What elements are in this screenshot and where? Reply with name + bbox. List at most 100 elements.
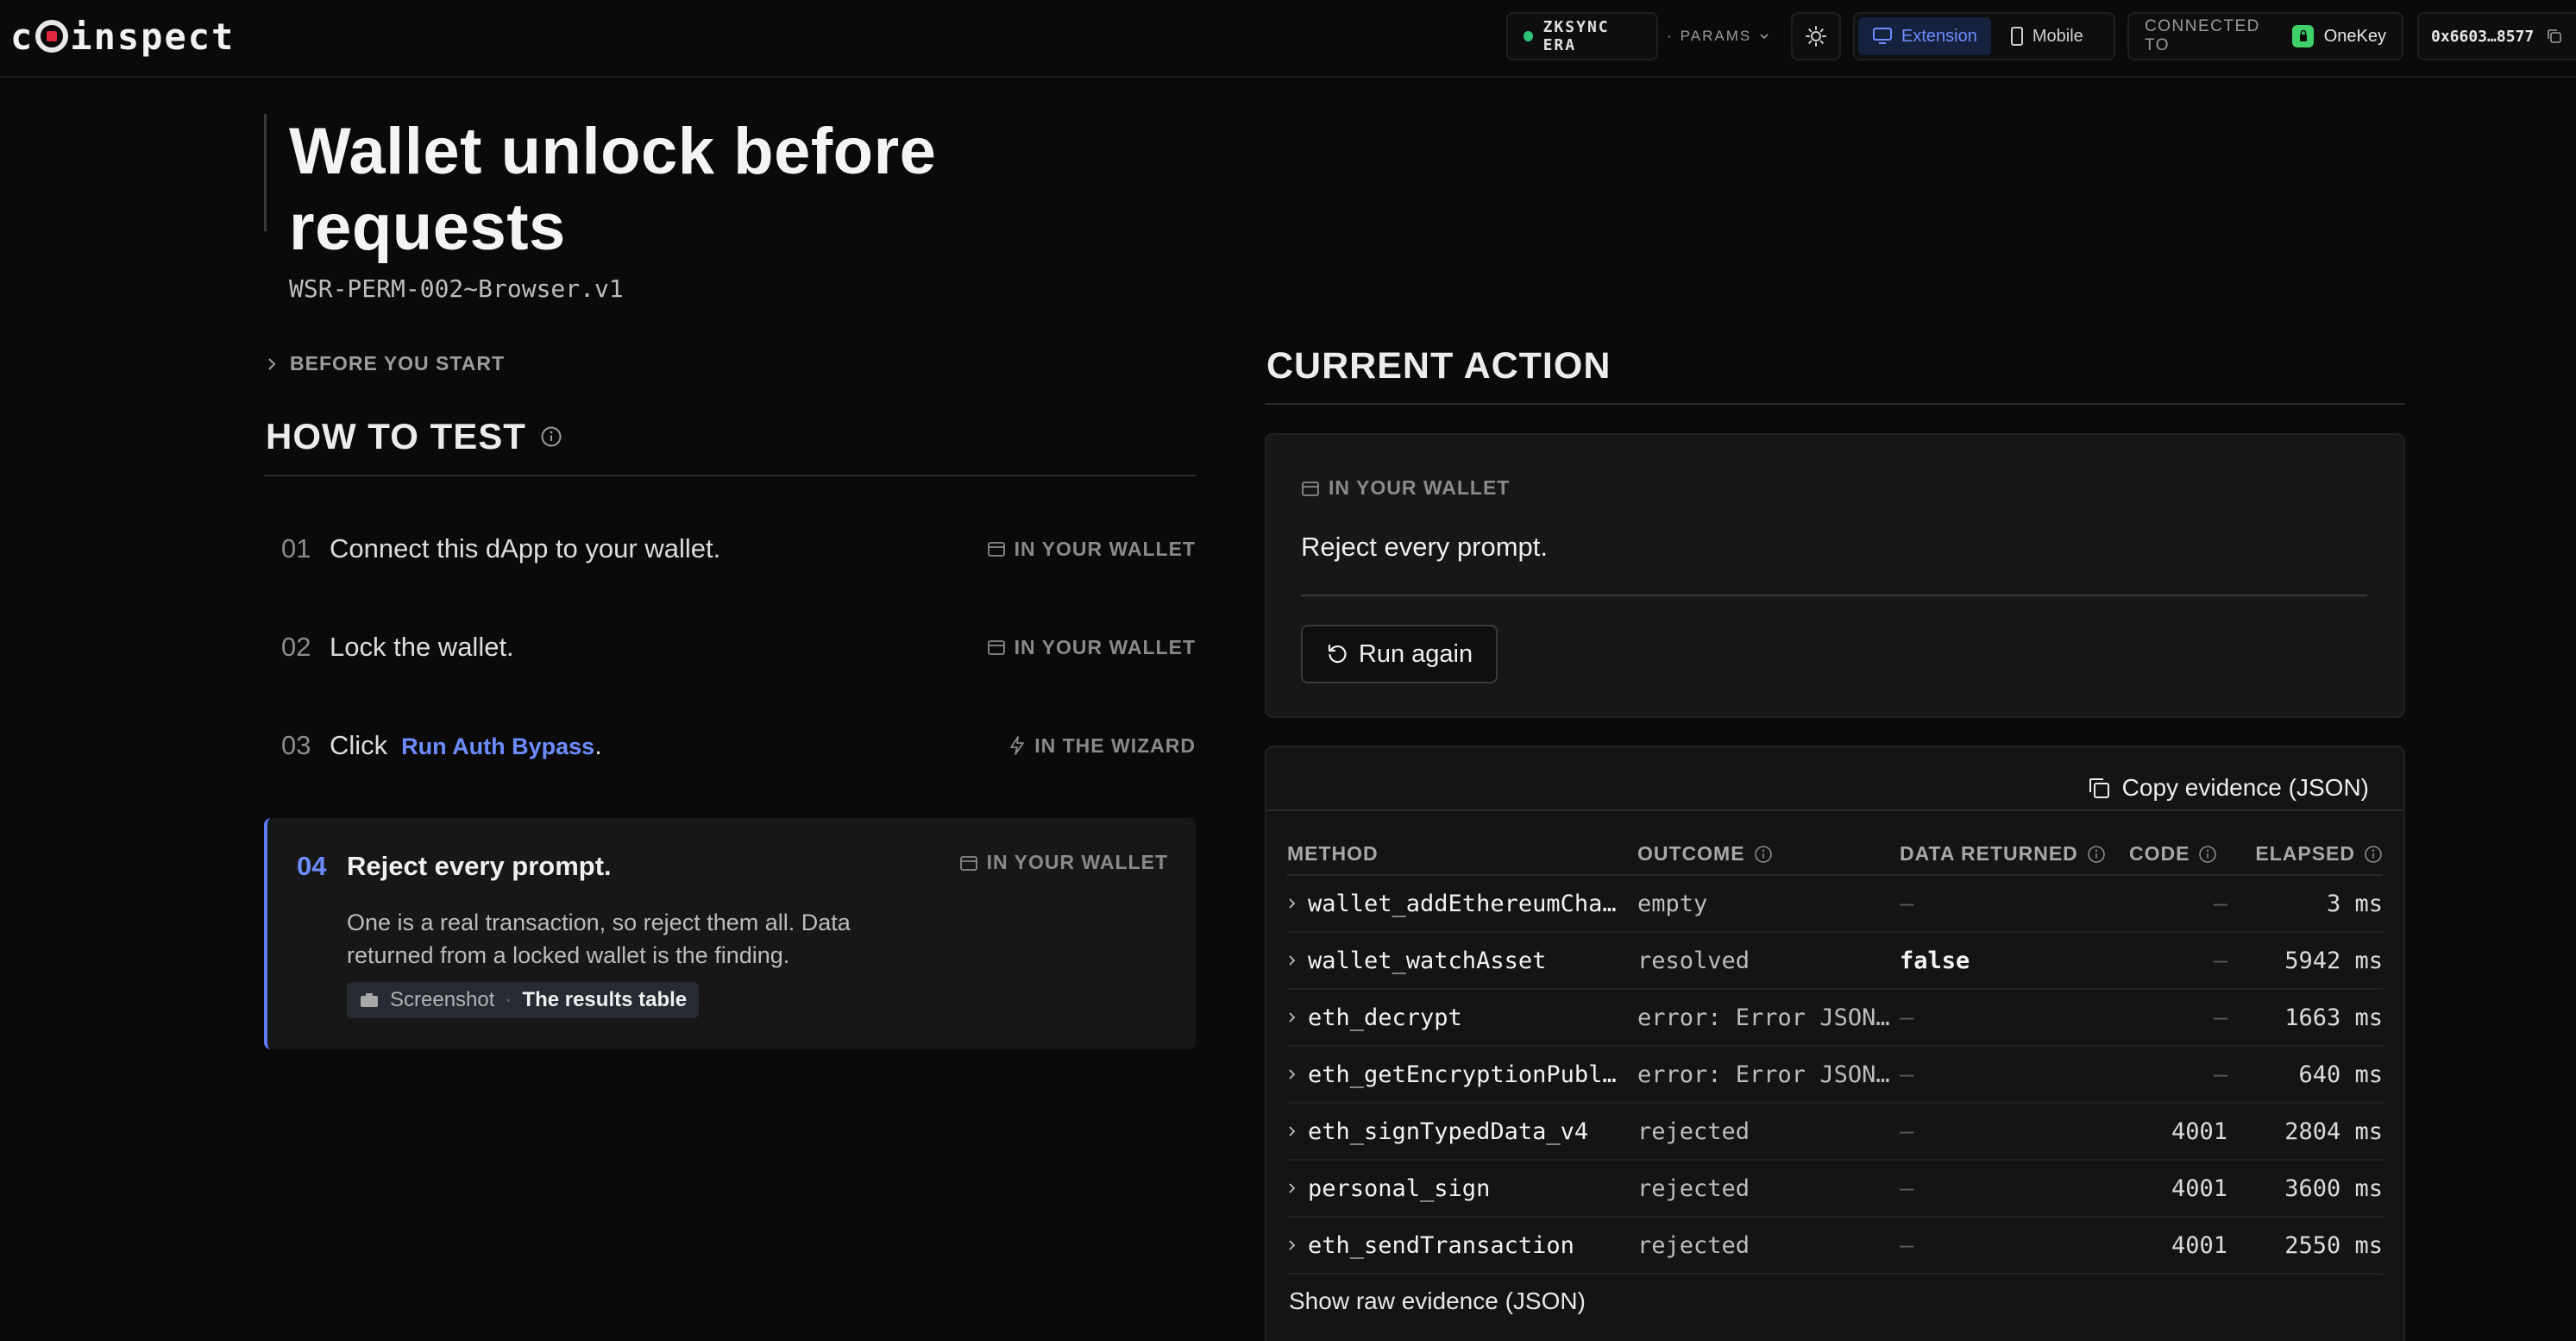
method-name: personal_sign — [1308, 1174, 1491, 1202]
chevron-right-icon[interactable] — [1287, 1067, 1297, 1081]
info-icon[interactable] — [2364, 845, 2383, 864]
elapsed-cell: 5942 ms — [2227, 932, 2383, 990]
phone-icon — [2010, 26, 2024, 47]
step-text: Connect this dApp to your wallet. — [330, 533, 721, 563]
column-label: CODE — [2129, 842, 2190, 865]
params-dropdown[interactable]: · PARAMS — [1667, 12, 1770, 60]
step-location: IN YOUR WALLET — [987, 604, 1196, 690]
current-action-heading: CURRENT ACTION — [1266, 345, 1612, 387]
show-raw-evidence-toggle[interactable]: Show raw evidence (JSON) — [1289, 1287, 1586, 1315]
table-row[interactable]: wallet_addEthereumCha… empty — — 3 ms — [1287, 875, 2383, 933]
divider — [1266, 809, 2403, 811]
data-returned-cell: — — [1900, 989, 2129, 1047]
logo[interactable]: c inspect — [10, 15, 235, 58]
data-returned-cell: false — [1900, 932, 2129, 990]
action-location-label: IN YOUR WALLET — [1329, 476, 1511, 499]
step-03: 03 Click Run Auth Bypass. IN THE WIZARD — [264, 702, 1196, 789]
chevron-right-icon[interactable] — [1287, 897, 1297, 910]
top-bar: c inspect ZKSYNC ERA · PARAMS Extension … — [0, 0, 2576, 78]
info-icon[interactable] — [2087, 845, 2106, 864]
copy-evidence-button[interactable]: Copy evidence (JSON) — [2086, 766, 2369, 809]
logo-ring-icon — [35, 20, 69, 53]
address-text: 0x6603…8577 — [2431, 27, 2535, 46]
elapsed-cell: 3600 ms — [2227, 1160, 2383, 1218]
logo-prefix: c — [10, 15, 35, 58]
step-number: 02 — [281, 632, 311, 662]
info-icon[interactable] — [2198, 845, 2217, 864]
mode-mobile-label: Mobile — [2032, 26, 2083, 46]
chevron-right-icon[interactable] — [1287, 1238, 1297, 1252]
step-location-label: IN YOUR WALLET — [1014, 537, 1196, 560]
outcome-cell: error: Error JSON… — [1637, 989, 1900, 1047]
info-icon[interactable] — [1754, 845, 1773, 864]
code-cell: 4001 — [2129, 1160, 2227, 1218]
table-row[interactable]: eth_getEncryptionPubl… error: Error JSON… — [1287, 1046, 2383, 1104]
run-again-button[interactable]: Run again — [1301, 625, 1498, 683]
outcome-cell: rejected — [1637, 1160, 1900, 1218]
evidence-target: The results table — [522, 988, 688, 1011]
mode-extension-button[interactable]: Extension — [1858, 17, 1991, 55]
divider — [1265, 403, 2405, 405]
connection-status[interactable]: CONNECTED TO OneKey — [2127, 12, 2403, 60]
outcome-cell: resolved — [1637, 932, 1900, 990]
code-cell: 4001 — [2129, 1217, 2227, 1275]
chevron-right-icon[interactable] — [1287, 954, 1297, 967]
chevron-right-icon — [266, 356, 278, 372]
wallet-icon — [987, 638, 1006, 657]
step-01: 01 Connect this dApp to your wallet. IN … — [264, 506, 1196, 592]
test-id: WSR-PERM-002~Browser.v1 — [289, 274, 624, 303]
step-text: Lock the wallet. — [330, 632, 514, 662]
column-code: CODE — [2129, 834, 2227, 876]
theme-toggle-button[interactable] — [1791, 12, 1841, 60]
data-returned-cell: — — [1900, 875, 2129, 933]
before-you-start-label: BEFORE YOU START — [290, 352, 505, 375]
table-row[interactable]: wallet_watchAsset resolved false — 5942 … — [1287, 932, 2383, 990]
info-icon[interactable] — [540, 425, 562, 448]
wallet-icon — [1301, 479, 1320, 498]
data-returned-cell: — — [1900, 1103, 2129, 1161]
table-row[interactable]: eth_decrypt error: Error JSON… — — 1663 … — [1287, 989, 2383, 1047]
step-location-label: IN THE WIZARD — [1034, 733, 1196, 757]
step-description-line: One is a real transaction, so reject the… — [347, 910, 851, 935]
evidence-chip[interactable]: Screenshot · The results table — [347, 982, 700, 1018]
wallet-icon — [987, 539, 1006, 558]
step-location: IN YOUR WALLET — [987, 506, 1196, 592]
run-auth-bypass-link[interactable]: Run Auth Bypass — [401, 733, 594, 759]
method-name: eth_decrypt — [1308, 1004, 1462, 1031]
before-you-start-toggle[interactable]: BEFORE YOU START — [266, 352, 505, 375]
column-label: METHOD — [1287, 842, 1379, 865]
data-returned-cell: — — [1900, 1160, 2129, 1218]
code-cell: — — [2129, 1046, 2227, 1104]
step-04-active: 04 Reject every prompt. IN YOUR WALLET O… — [264, 818, 1196, 1049]
mode-switch: Extension Mobile — [1853, 12, 2115, 60]
table-row[interactable]: personal_sign rejected — 4001 3600 ms — [1287, 1160, 2383, 1218]
camera-icon — [359, 992, 380, 1009]
step-description-line: returned from a locked wallet is the fin… — [347, 942, 790, 968]
table-row[interactable]: eth_sendTransaction rejected — 4001 2550… — [1287, 1217, 2383, 1275]
step-description: One is a real transaction, so reject the… — [347, 906, 951, 972]
chevron-right-icon[interactable] — [1287, 1010, 1297, 1024]
step-location-label: IN YOUR WALLET — [1014, 635, 1196, 658]
chevron-right-icon[interactable] — [1287, 1124, 1297, 1138]
wallet-name: OneKey — [2323, 26, 2386, 46]
mode-mobile-button[interactable]: Mobile — [1996, 17, 2097, 55]
action-location: IN YOUR WALLET — [1301, 476, 1510, 500]
how-to-test-label: HOW TO TEST — [266, 416, 526, 456]
data-returned-cell: — — [1900, 1217, 2129, 1275]
column-method: METHOD — [1287, 834, 1637, 876]
column-data-returned: DATA RETURNED — [1900, 834, 2129, 876]
table-row[interactable]: eth_signTypedData_v4 rejected — 4001 280… — [1287, 1103, 2383, 1161]
evidence-separator: · — [505, 988, 512, 1011]
results-card: Copy evidence (JSON) METHOD OUTCOME DATA… — [1265, 746, 2405, 1341]
wallet-address[interactable]: 0x6603…8577 — [2417, 12, 2576, 60]
chevron-right-icon[interactable] — [1287, 1181, 1297, 1195]
copy-icon[interactable] — [2546, 28, 2563, 45]
code-cell: 4001 — [2129, 1103, 2227, 1161]
step-location: IN YOUR WALLET — [959, 851, 1168, 874]
step-text: Reject every prompt. — [347, 851, 612, 881]
method-name: eth_sendTransaction — [1308, 1231, 1574, 1259]
outcome-cell: empty — [1637, 875, 1900, 933]
network-selector[interactable]: ZKSYNC ERA — [1506, 12, 1658, 60]
how-to-test-heading: HOW TO TEST — [266, 416, 562, 457]
page-header: Wallet unlock before requests WSR-PERM-0… — [264, 114, 1213, 303]
